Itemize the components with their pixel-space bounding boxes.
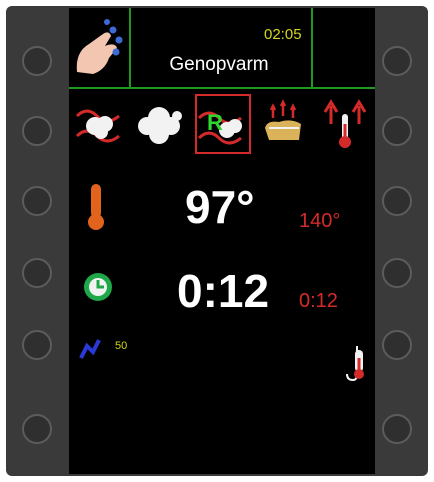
right-button-3[interactable] [382, 186, 412, 216]
right-button-2[interactable] [382, 116, 412, 146]
left-button-1[interactable] [22, 46, 52, 76]
svg-text:R: R [207, 110, 223, 135]
clock-icon [84, 273, 112, 301]
device-frame: 02:05 Genopvarm R 97° 140° 0:12 0:12 50 [6, 6, 428, 476]
hand-wash-icon [76, 19, 123, 74]
reheat-steam-icon: R [197, 110, 242, 145]
steam-icon [138, 107, 182, 144]
steam-heat-icon [75, 109, 120, 143]
left-button-3[interactable] [22, 186, 52, 216]
left-button-2[interactable] [22, 116, 52, 146]
right-button-5[interactable] [382, 330, 412, 360]
set-temperature[interactable]: 140° [299, 210, 340, 233]
thermometer-icon [88, 184, 104, 230]
display-screen: 02:05 Genopvarm R 97° 140° 0:12 0:12 50 [69, 8, 375, 474]
program-reheat-selected[interactable]: R [195, 94, 251, 154]
core-probe-icon[interactable] [343, 342, 367, 382]
hand-wash-cell[interactable] [69, 8, 131, 87]
right-button-1[interactable] [382, 46, 412, 76]
bake-icon [265, 99, 301, 140]
mode-title: Genopvarm [169, 54, 269, 75]
left-button-4[interactable] [22, 258, 52, 288]
program-steam[interactable] [133, 94, 189, 154]
current-temperature: 97° [185, 181, 255, 233]
left-button-column [6, 6, 68, 476]
right-button-6[interactable] [382, 414, 412, 444]
right-button-4[interactable] [382, 258, 412, 288]
volume-icon [79, 339, 101, 359]
program-steam-heat[interactable] [73, 94, 129, 154]
left-button-6[interactable] [22, 414, 52, 444]
program-bake[interactable] [257, 94, 313, 154]
header-bar: 02:05 Genopvarm [69, 8, 375, 89]
program-dry-heat[interactable] [319, 94, 375, 154]
left-button-5[interactable] [22, 330, 52, 360]
elapsed-time: 0:12 [177, 265, 270, 317]
dry-heat-icon [323, 99, 367, 148]
set-time[interactable]: 0:12 [299, 290, 338, 313]
volume-level: 50 [115, 340, 128, 352]
right-button-column [366, 6, 428, 476]
clock-time: 02:05 [264, 26, 302, 43]
